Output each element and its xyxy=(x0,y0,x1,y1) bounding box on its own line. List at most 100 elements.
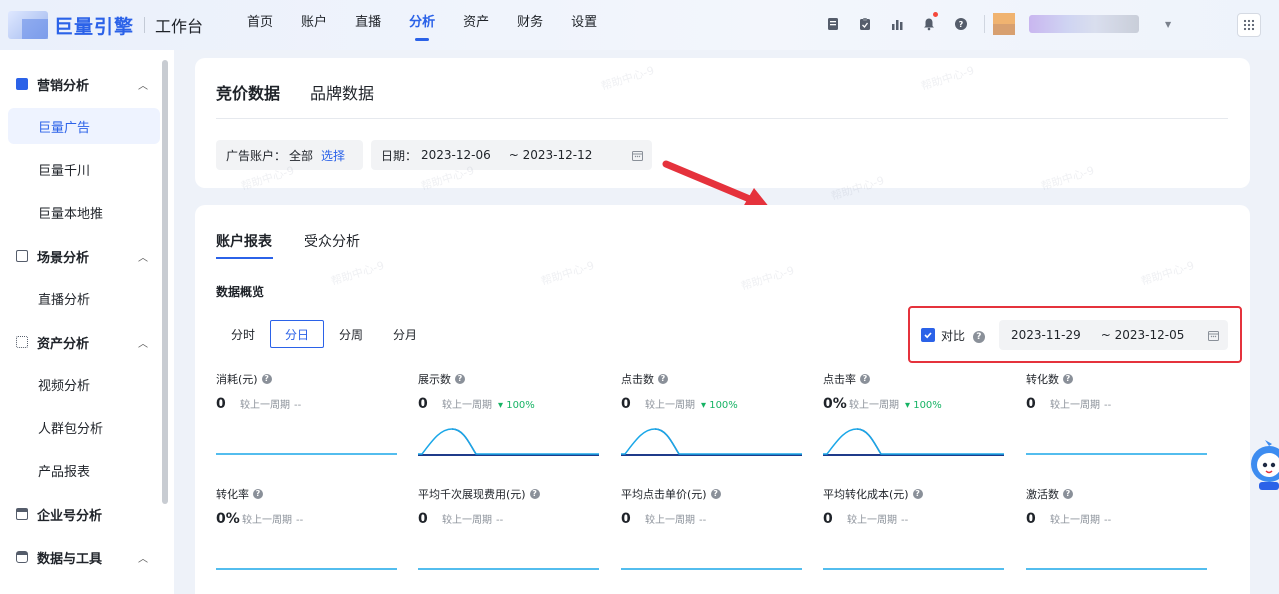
metric-delta-up: ▾ 100% xyxy=(498,400,535,411)
sidebar-section-data-tools[interactable]: 数据与工具 ︿ xyxy=(0,535,160,579)
help-icon[interactable]: ? xyxy=(912,489,923,499)
chart-icon[interactable] xyxy=(886,13,908,35)
sidebar-item-ocean-ads[interactable]: 巨量广告 xyxy=(8,108,160,144)
section-title: 数据概览 xyxy=(216,285,265,299)
account-name-blurred[interactable] xyxy=(1029,15,1139,33)
metric-tile[interactable]: 平均点击单价(元)? 0 较上一周期 -- xyxy=(621,486,804,570)
nav-assets[interactable]: 资产 xyxy=(463,0,489,50)
sidebar-section-scene[interactable]: 场景分析 ︿ xyxy=(0,234,160,278)
date-range-picker[interactable]: 日期： 2023-12-06 ~ 2023-12-12 xyxy=(371,140,652,170)
help-icon[interactable]: ? xyxy=(455,374,465,384)
help-icon[interactable]: ? xyxy=(1063,374,1073,384)
compare-checkbox[interactable] xyxy=(921,328,935,342)
metric-tile[interactable]: 转化率? 0% 较上一周期 -- xyxy=(216,486,399,570)
date-start[interactable]: 2023-12-06 xyxy=(421,148,491,162)
sidebar-item-product-report[interactable]: 产品报表 xyxy=(8,452,160,488)
tab-bidding-data[interactable]: 竞价数据 xyxy=(216,80,280,104)
metric-tile[interactable]: 转化数? 0 较上一周期 -- xyxy=(1026,371,1209,455)
sparkline-chart xyxy=(621,568,802,570)
triangle-up-icon: ▾ xyxy=(905,400,914,411)
metric-label-group: 激活数? xyxy=(1026,486,1209,502)
metric-tile[interactable]: 点击率? 0% 较上一周期 ▾ 100% xyxy=(823,371,1006,456)
help-icon[interactable]: ? xyxy=(860,374,870,384)
compare-date-range-picker[interactable]: 2023-11-29 ~ 2023-12-05 xyxy=(999,320,1228,350)
metric-label-group: 平均转化成本(元)? xyxy=(823,486,1006,502)
triangle-up-icon: ▾ xyxy=(498,400,507,411)
sparkline-chart xyxy=(1026,453,1207,455)
nav-finance[interactable]: 财务 xyxy=(517,0,543,50)
chevron-up-icon[interactable]: ︿ xyxy=(138,550,148,565)
help-icon[interactable]: ? xyxy=(253,489,263,499)
metric-value-row: 0% 较上一周期 ▾ 100% xyxy=(823,396,1006,412)
metric-tile[interactable]: 消耗(元)? 0 较上一周期 -- xyxy=(216,371,399,455)
metric-compare-label: 较上一周期 xyxy=(442,515,492,526)
sidebar-section-label: 营销分析 xyxy=(37,78,90,94)
help-icon[interactable]: ? xyxy=(1063,489,1073,499)
nav-account[interactable]: 账户 xyxy=(301,0,327,50)
metric-tile[interactable]: 平均千次展现费用(元)? 0 较上一周期 -- xyxy=(418,486,601,570)
compare-date-end[interactable]: ~ 2023-12-05 xyxy=(1101,328,1185,342)
sidebar-item-local-promo[interactable]: 巨量本地推 xyxy=(8,194,160,230)
sidebar-section-label: 企业号分析 xyxy=(37,508,103,524)
nav-home[interactable]: 首页 xyxy=(247,0,273,50)
granularity-monthly[interactable]: 分月 xyxy=(378,320,432,348)
date-end[interactable]: ~ 2023-12-12 xyxy=(509,148,593,162)
sidebar-section-marketing[interactable]: 营销分析 ︿ xyxy=(0,62,160,106)
chevron-up-icon[interactable]: ︿ xyxy=(138,249,148,264)
sidebar-section-assets[interactable]: 资产分析 ︿ xyxy=(0,320,160,364)
sparkline-chart xyxy=(418,568,599,570)
metric-tile[interactable]: 点击数? 0 较上一周期 ▾ 100% xyxy=(621,371,804,456)
main-nav: 首页 账户 直播 分析 资产 财务 设置 xyxy=(247,0,625,50)
sparkline-current xyxy=(823,428,1004,455)
document-icon[interactable] xyxy=(822,13,844,35)
sparkline-chart xyxy=(621,428,802,456)
assistant-mascot-icon[interactable] xyxy=(1245,438,1279,494)
apps-grid-button[interactable] xyxy=(1237,13,1261,37)
logo[interactable]: 巨量引擎 工作台 xyxy=(8,11,203,39)
help-icon[interactable]: ? xyxy=(529,489,540,499)
metric-label-group: 转化率? xyxy=(216,486,399,502)
metric-value: 0 xyxy=(621,511,631,527)
tab-account-report[interactable]: 账户报表 xyxy=(216,231,272,251)
metric-tile[interactable]: 激活数? 0 较上一周期 -- xyxy=(1026,486,1209,570)
clipboard-icon[interactable] xyxy=(854,13,876,35)
select-account-link[interactable]: 选择 xyxy=(321,147,345,164)
metric-delta: -- xyxy=(294,400,302,411)
divider xyxy=(144,17,146,33)
granularity-switch: 分时 分日 分周 分月 xyxy=(216,320,432,348)
help-icon[interactable]: ? xyxy=(710,489,721,499)
compare-date-start[interactable]: 2023-11-29 xyxy=(1011,328,1081,342)
granularity-hourly[interactable]: 分时 xyxy=(216,320,270,348)
account-filter[interactable]: 广告账户： 全部 选择 xyxy=(216,140,363,170)
sidebar-item-qianchuan[interactable]: 巨量千川 xyxy=(8,151,160,187)
nav-analysis[interactable]: 分析 xyxy=(409,0,435,50)
help-icon[interactable]: ? xyxy=(950,13,972,35)
nav-settings[interactable]: 设置 xyxy=(571,0,597,50)
granularity-daily[interactable]: 分日 xyxy=(270,320,325,348)
metric-delta: -- xyxy=(1104,515,1112,526)
metric-tile[interactable]: 展示数? 0 较上一周期 ▾ 100% xyxy=(418,371,601,456)
help-icon[interactable]: ? xyxy=(972,330,985,343)
bell-icon[interactable] xyxy=(918,12,940,35)
nav-live[interactable]: 直播 xyxy=(355,0,381,50)
chevron-up-icon[interactable]: ︿ xyxy=(138,77,148,92)
sidebar-section-enterprise[interactable]: 企业号分析 xyxy=(0,492,160,536)
metric-compare-label: 较上一周期 xyxy=(1050,400,1100,411)
sidebar-item-live-analysis[interactable]: 直播分析 xyxy=(8,280,160,316)
help-icon[interactable]: ? xyxy=(261,374,272,384)
sidebar-section-label: 场景分析 xyxy=(37,250,90,266)
tab-brand-data[interactable]: 品牌数据 xyxy=(310,80,374,104)
metric-label-group: 点击数? xyxy=(621,371,804,387)
sidebar-item-audience-pack[interactable]: 人群包分析 xyxy=(8,409,160,445)
tab-audience-analysis[interactable]: 受众分析 xyxy=(304,231,360,251)
granularity-weekly[interactable]: 分周 xyxy=(324,320,378,348)
metric-label-group: 展示数? xyxy=(418,371,601,387)
avatar[interactable] xyxy=(993,13,1015,35)
sidebar-scrollbar[interactable] xyxy=(162,60,168,504)
metric-tile[interactable]: 平均转化成本(元)? 0 较上一周期 -- xyxy=(823,486,1006,570)
sidebar-item-video-analysis[interactable]: 视频分析 xyxy=(8,366,160,402)
chevron-up-icon[interactable]: ︿ xyxy=(138,335,148,350)
metric-delta: -- xyxy=(296,515,304,526)
chevron-down-icon[interactable]: ▼ xyxy=(1165,20,1171,29)
help-icon[interactable]: ? xyxy=(658,374,668,384)
